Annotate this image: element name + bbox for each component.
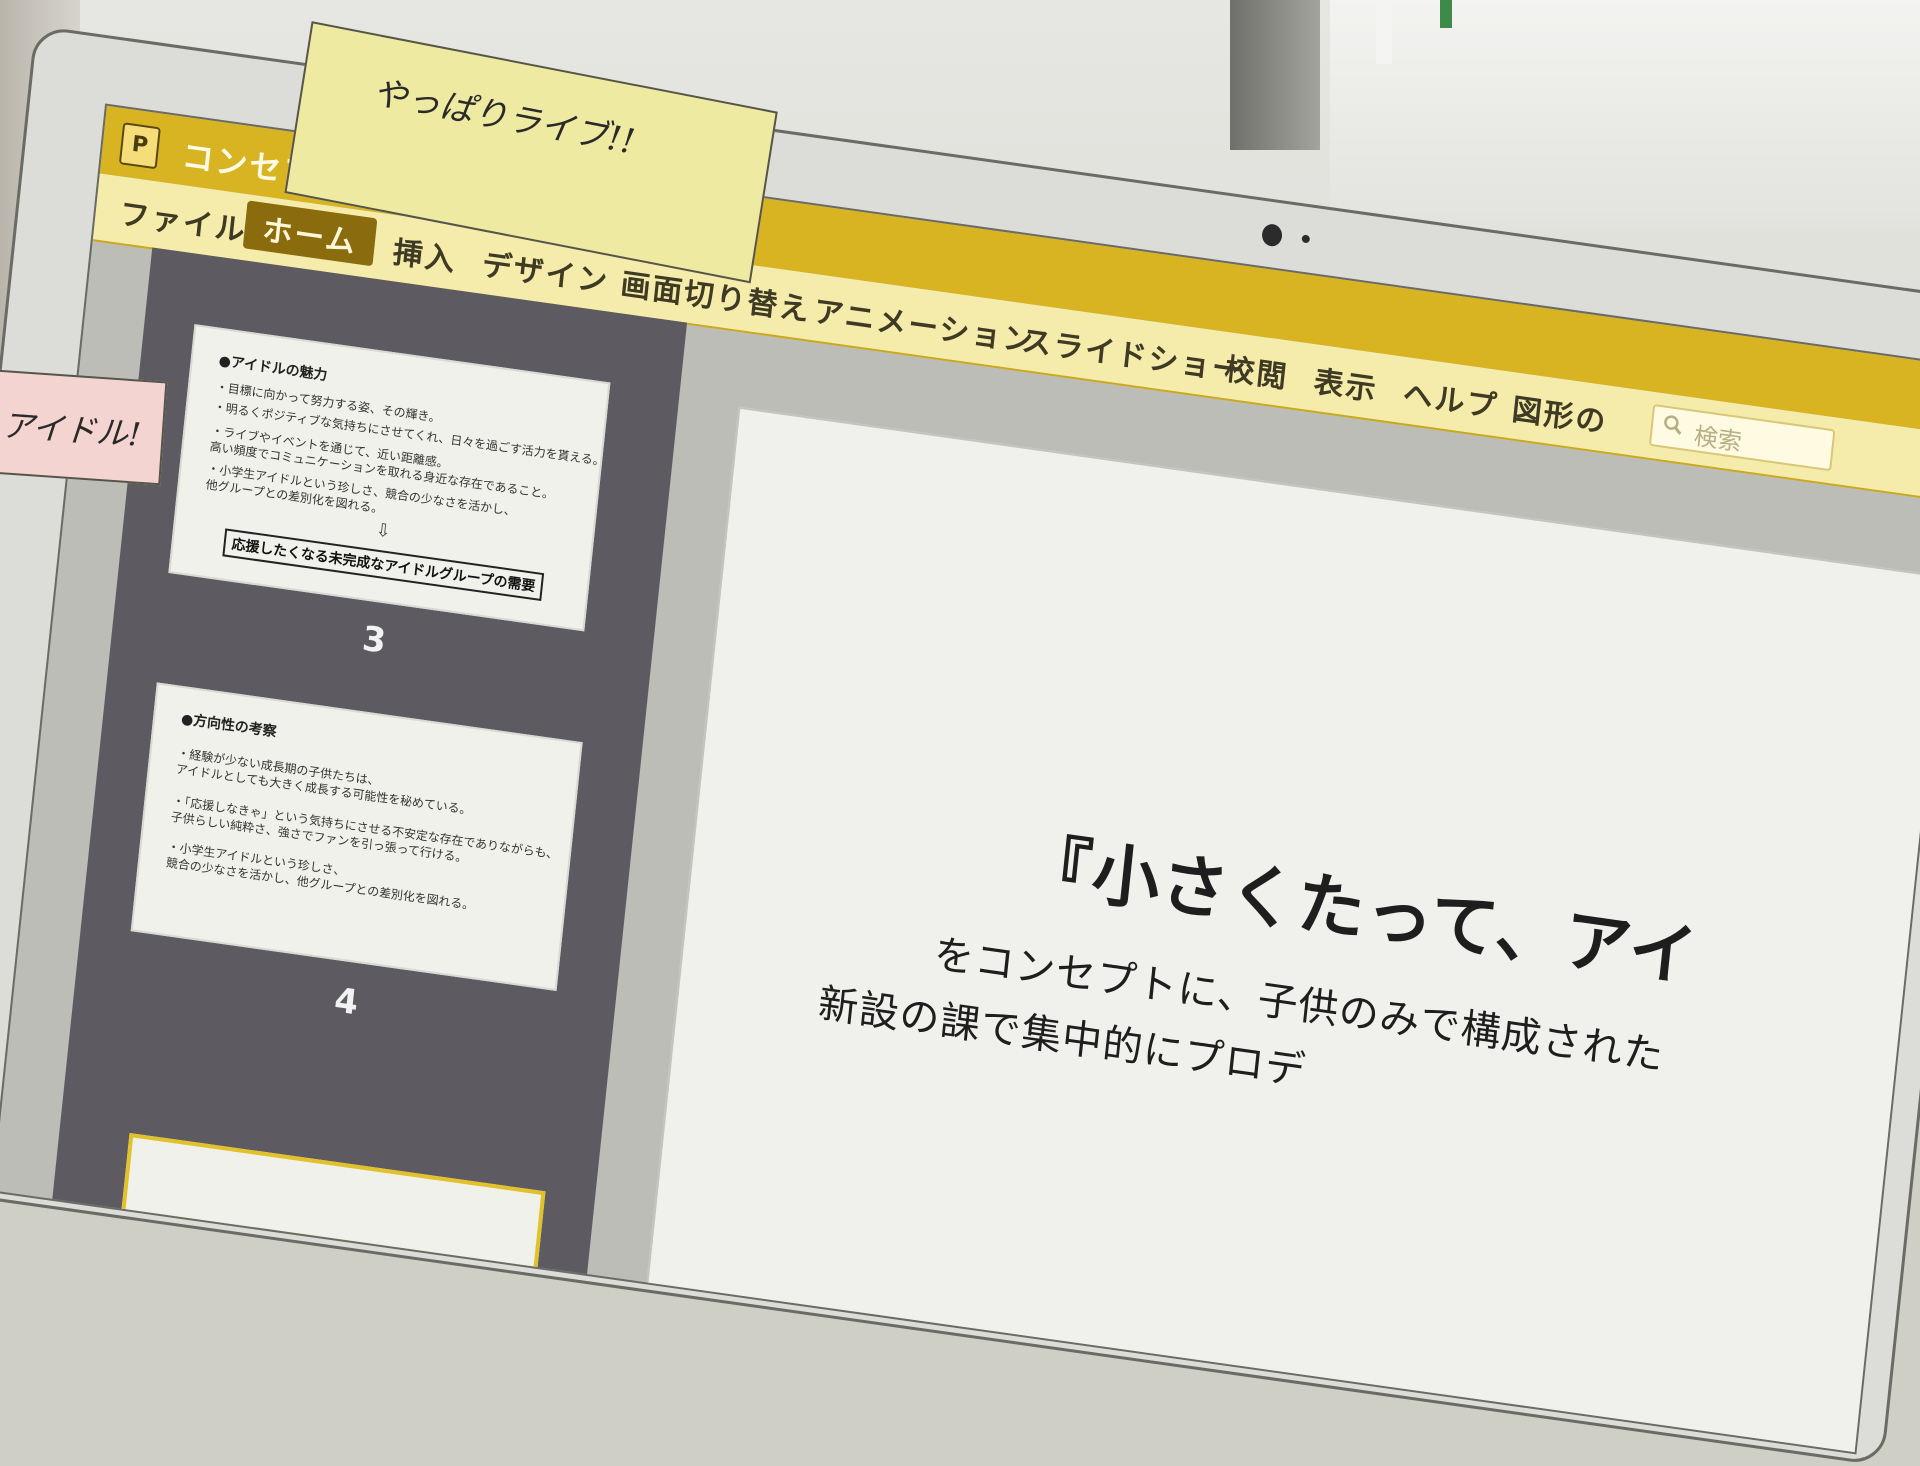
room-rod [1376,0,1392,64]
tab-shape-format[interactable]: 図形の [1510,384,1610,441]
tab-review[interactable]: 校閲 [1223,344,1291,397]
slide-thumbnail-3[interactable]: ●アイドルの魅力 ・目標に向かって努力する姿、その輝き。 ・明るくポジティブな気… [168,324,611,632]
powerpoint-app-icon: P [118,122,161,170]
room-window [1330,0,1920,230]
tab-help[interactable]: ヘルプ [1401,369,1501,426]
tab-home[interactable]: ホーム [242,200,378,267]
slide-thumbnail-4[interactable]: ●方向性の考察 ・経験が少ない成長期の子供たちは、 アイドルとしても大きく成長す… [130,682,583,991]
sticky-note-yellow-text: やっぱりライブ!! [370,72,638,163]
slide-thumbnail-5-selected[interactable] [121,1132,546,1272]
presentation-app-window: P コンセプト ファイル ホーム 挿入 デザイン 画面切り替え アニメーション … [0,103,1920,1455]
search-icon [1664,415,1682,435]
search-placeholder: 検索 [1692,421,1744,457]
sticky-note-pink-text: アイドル! [0,406,143,454]
main-slide-canvas[interactable]: 『小さくたって、アイ をコンセプトに、子供のみで構成された 新設の課で集中的にプ… [643,406,1920,1455]
sticky-note-pink: アイドル! [0,368,168,486]
tab-insert[interactable]: 挿入 [391,227,459,280]
search-box[interactable]: 検索 [1648,403,1836,472]
slide-number-3[interactable]: 3 [360,619,388,662]
webcam-icon [1260,222,1284,248]
room-green-tag [1440,0,1452,28]
slide-number-4[interactable]: 4 [332,980,360,1023]
tab-view[interactable]: 表示 [1312,357,1380,410]
slide4-heading: ●方向性の考察 [180,711,278,741]
tab-file[interactable]: ファイル [118,189,249,251]
room-pillar [1230,0,1320,150]
down-arrow-icon: ⇩ [374,519,392,543]
webcam-led-icon [1301,234,1311,244]
